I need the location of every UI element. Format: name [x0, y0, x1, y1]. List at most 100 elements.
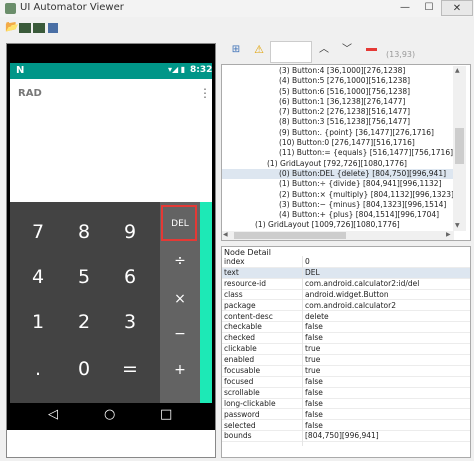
- home-icon[interactable]: ○: [104, 407, 115, 422]
- detail-key: checked: [224, 333, 256, 343]
- expand-icon[interactable]: ⊞: [229, 43, 243, 57]
- scroll-right-icon[interactable]: ▶: [446, 231, 451, 238]
- detail-row-focused[interactable]: focused false: [222, 377, 470, 388]
- detail-row-text[interactable]: text DEL: [222, 267, 470, 279]
- key-7[interactable]: 7: [15, 209, 61, 255]
- down-arrow-icon[interactable]: ﹀: [340, 43, 354, 57]
- status-time: 8:32: [190, 65, 213, 75]
- detail-row-selected[interactable]: selected false: [222, 421, 470, 432]
- key-8[interactable]: 8: [61, 209, 107, 255]
- detail-value: false: [305, 398, 323, 408]
- key-4[interactable]: 4: [15, 254, 61, 300]
- key-9[interactable]: 9: [107, 209, 153, 255]
- detail-row-scrollable[interactable]: scrollable false: [222, 388, 470, 399]
- detail-key: content-desc: [224, 311, 273, 321]
- tree-horizontal-scroll-thumb[interactable]: [234, 232, 346, 239]
- compressed-screenshot-icon[interactable]: [33, 23, 45, 33]
- detail-key: selected: [224, 420, 256, 430]
- detail-value: false: [305, 409, 323, 419]
- angle-mode-label: RAD: [18, 88, 42, 99]
- detail-key: package: [224, 300, 256, 310]
- detail-value: 0: [305, 257, 310, 266]
- detail-row-checked[interactable]: checked false: [222, 333, 470, 345]
- key-2[interactable]: 2: [61, 299, 107, 345]
- detail-value: true: [305, 355, 321, 365]
- scroll-up-icon[interactable]: ▲: [455, 67, 460, 74]
- detail-key: checkable: [224, 322, 262, 332]
- detail-row-class[interactable]: class android.widget.Button: [222, 290, 470, 301]
- key-plus[interactable]: +: [160, 347, 200, 393]
- tree-node[interactable]: (3) Button:− {minus} [804,1323][996,1514…: [222, 200, 454, 210]
- tree-node[interactable]: (4) Button:+ {plus} [804,1514][996,1704]: [222, 210, 454, 220]
- tree-node[interactable]: (0) Button:DEL {delete} [804,750][996,94…: [222, 168, 454, 180]
- signal-battery-icon: ▾◢ ▮: [168, 65, 186, 74]
- key-3[interactable]: 3: [107, 299, 153, 345]
- app-icon: [5, 3, 16, 14]
- key-0[interactable]: 0: [61, 346, 107, 392]
- key-5[interactable]: 5: [61, 254, 107, 300]
- remove-icon[interactable]: [366, 48, 377, 51]
- detail-value: false: [305, 322, 323, 332]
- overflow-menu-icon[interactable]: ⋮: [199, 86, 211, 100]
- tree-node[interactable]: (7) Button:2 [276,1238][516,1477]: [222, 107, 454, 117]
- detail-row-content-desc[interactable]: content-desc delete: [222, 312, 470, 323]
- detail-row-enabled[interactable]: enabled true: [222, 355, 470, 366]
- detail-row-resource-id[interactable]: resource-id com.android.calculator2:id/de…: [222, 279, 470, 290]
- detail-key: bounds: [224, 431, 252, 441]
- save-icon[interactable]: [48, 23, 58, 33]
- close-button[interactable]: ✕: [441, 0, 473, 16]
- detail-value: delete: [305, 311, 329, 321]
- detail-row-package[interactable]: package com.android.calculator2: [222, 301, 470, 312]
- detail-row-bounds[interactable]: bounds [804,750][996,941]: [222, 431, 470, 443]
- detail-key: long-clickable: [224, 398, 276, 408]
- key-point[interactable]: .: [15, 346, 61, 392]
- key-1[interactable]: 1: [15, 299, 61, 345]
- detail-key: password: [224, 409, 260, 419]
- recent-apps-icon[interactable]: □: [160, 407, 172, 422]
- detail-key: scrollable: [224, 387, 260, 397]
- toolbar-input[interactable]: [270, 41, 312, 63]
- detail-value: DEL: [305, 267, 320, 277]
- tree-node[interactable]: (2) Button:× {multiply} [804,1132][996,1…: [222, 190, 454, 200]
- hierarchy-tree[interactable]: (3) Button:4 [36,1000][276,1238] (4) Butt…: [221, 64, 471, 241]
- detail-key: focused: [224, 376, 254, 386]
- selected-node-highlight: [161, 205, 197, 241]
- tree-node[interactable]: (9) Button:. {point} [36,1477][276,1716]: [222, 128, 454, 138]
- detail-row-checkable[interactable]: checkable false: [222, 322, 470, 334]
- detail-value: true: [305, 366, 321, 375]
- tree-node[interactable]: (3) Button:4 [36,1000][276,1238]: [222, 66, 454, 76]
- detail-row-focusable[interactable]: focusable true: [222, 366, 470, 377]
- tree-node[interactable]: (1) Button:÷ {divide} [804,941][996,1132…: [222, 179, 454, 189]
- screenshot-icon[interactable]: [19, 23, 31, 33]
- detail-value: false: [305, 387, 323, 397]
- detail-row-index[interactable]: index 0: [222, 257, 470, 268]
- tree-node[interactable]: (11) Button:= {equals} [516,1477][756,17…: [222, 148, 454, 158]
- advanced-panel-edge[interactable]: [200, 202, 212, 403]
- detail-value: false: [305, 376, 323, 386]
- tree-node[interactable]: (1) GridLayout [792,726][1080,1776]: [222, 159, 454, 169]
- tree-node[interactable]: (5) Button:6 [516,1000][756,1238]: [222, 87, 454, 97]
- scroll-left-icon[interactable]: ◀: [223, 231, 228, 238]
- tree-vertical-scroll-thumb[interactable]: [455, 128, 464, 164]
- tree-node[interactable]: (4) Button:5 [276,1000][516,1238]: [222, 76, 454, 86]
- tree-node[interactable]: (10) Button:0 [276,1477][516,1716]: [222, 138, 454, 148]
- node-detail-title: Node Detail: [224, 248, 271, 257]
- open-icon[interactable]: 📂: [5, 20, 19, 34]
- back-icon[interactable]: ◁: [48, 407, 58, 422]
- warning-icon[interactable]: ⚠: [252, 43, 266, 57]
- scroll-down-icon[interactable]: ▼: [455, 222, 460, 229]
- pointer-coordinates: (13,93): [386, 50, 416, 59]
- detail-row-clickable[interactable]: clickable true: [222, 344, 470, 355]
- minimize-button[interactable]: —: [393, 0, 417, 16]
- up-arrow-icon[interactable]: ︿: [317, 43, 331, 57]
- detail-row-password[interactable]: password false: [222, 410, 470, 421]
- detail-key: text: [224, 267, 239, 277]
- key-6[interactable]: 6: [107, 254, 153, 300]
- maximize-button[interactable]: ☐: [417, 0, 441, 16]
- tree-node[interactable]: (8) Button:3 [516,1238][756,1477]: [222, 117, 454, 127]
- key-equals[interactable]: =: [107, 346, 153, 392]
- detail-value: false: [305, 420, 323, 430]
- detail-row-long-clickable[interactable]: long-clickable false: [222, 399, 470, 410]
- tree-node[interactable]: (1) GridLayout [1009,726][1080,1776]: [222, 220, 454, 230]
- tree-node[interactable]: (6) Button:1 [36,1238][276,1477]: [222, 97, 454, 107]
